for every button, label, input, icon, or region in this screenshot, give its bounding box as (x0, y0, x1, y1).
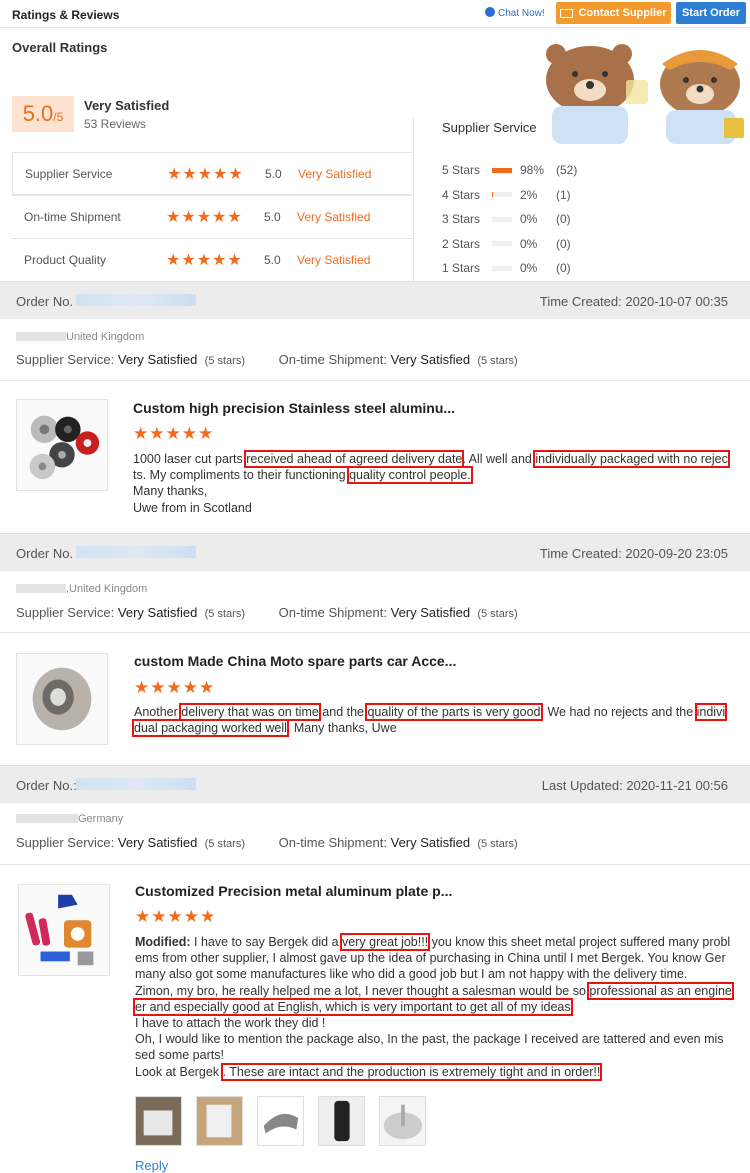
overall-ratings-title: Overall Ratings (12, 40, 108, 55)
review-photo[interactable] (318, 1096, 365, 1146)
order-number-label: Order No.: (16, 778, 77, 793)
order-time: Time Created: 2020-10-07 00:35 (539, 294, 728, 309)
rating-label: Supplier Service (25, 166, 113, 181)
distribution-row: 2 Stars 0% (0) (442, 236, 571, 251)
review-photo[interactable] (196, 1096, 243, 1146)
rating-text: Very Satisfied (298, 166, 372, 181)
rating-value: 5.0 (264, 210, 281, 224)
score-badge: 5.0/5 (12, 96, 74, 132)
order-header: Order No.: Last Updated: 2020-11-21 00:5… (0, 765, 750, 803)
distribution-row: 1 Stars 0% (0) (442, 261, 571, 276)
distribution-bar (492, 192, 512, 198)
supplier-service-title: Supplier Service (442, 120, 537, 135)
product-thumbnail[interactable] (16, 653, 108, 745)
buyer-ratings: Supplier Service: Very Satisfied (5 star… (16, 352, 518, 367)
rating-label: Product Quality (24, 253, 107, 267)
review-photos (135, 1096, 426, 1146)
distribution-row: 4 Stars 2% (1) (442, 187, 571, 202)
redacted-order-number (76, 294, 196, 306)
order-header: Order No. Time Created: 2020-10-07 00:35 (0, 281, 750, 319)
distribution-bar (492, 216, 512, 222)
product-title-link[interactable]: Custom high precision Stainless steel al… (133, 400, 455, 416)
order-number-label: Order No. (16, 294, 74, 309)
section-title: Ratings & Reviews (12, 8, 120, 22)
redacted-order-number (76, 546, 196, 558)
buyer-info: Germany Supplier Service: Very Satisfied… (0, 803, 750, 865)
product-thumbnail[interactable] (18, 884, 110, 976)
buyer-country: Germany (16, 813, 123, 825)
star-rating-icon: ★★★★★ (166, 209, 243, 226)
star-rating-icon: ★★★★★ (135, 907, 217, 926)
buyer-ratings: Supplier Service: Very Satisfied (5 star… (16, 605, 518, 620)
review-text: 1000 laser cut parts received ahead of a… (133, 450, 730, 515)
review-photo[interactable] (379, 1096, 426, 1146)
order-time: Last Updated: 2020-11-21 00:56 (541, 778, 728, 793)
star-rating-icon: ★★★★★ (134, 678, 216, 697)
star-distribution: 5 Stars 98% (52) 4 Stars 2% (1) 3 Stars 0% (0)… (442, 158, 577, 281)
star-rating-icon: ★★★★★ (133, 424, 215, 443)
product-thumbnail[interactable] (16, 399, 108, 491)
product-title-link[interactable]: Customized Precision metal aluminum plat… (135, 883, 452, 899)
chat-icon (485, 7, 495, 17)
rating-row: On-time Shipment ★★★★★ 5.0 Very Satisfie… (12, 195, 412, 238)
buyer-info: ,United Kingdom Supplier Service: Very S… (0, 571, 750, 633)
buyer-country: ,United Kingdom (16, 583, 147, 595)
rating-value: 5.0 (265, 166, 282, 181)
buyer-country: United Kingdom (16, 331, 144, 343)
order-time: Time Created: 2020-09-20 23:05 (539, 546, 728, 561)
contact-supplier-button[interactable]: Contact Supplier (556, 2, 671, 24)
redacted-order-number (76, 778, 196, 790)
start-order-button[interactable]: Start Order (676, 2, 746, 24)
order-number-label: Order No. (16, 546, 74, 561)
distribution-bar (492, 265, 512, 271)
star-rating-icon: ★★★★★ (167, 165, 244, 183)
envelope-icon (560, 8, 574, 18)
reviews-header: Ratings & Reviews Chat Now! Contact Supp… (0, 0, 750, 28)
review-text: Another delivery that was on time and th… (132, 703, 728, 738)
ratings-table: Supplier Service ★★★★★ 5.0 Very Satisfie… (12, 152, 412, 281)
buyer-ratings: Supplier Service: Very Satisfied (5 star… (16, 835, 518, 850)
chat-now-link[interactable]: Chat Now! (485, 7, 545, 19)
review-text: Modified: I have to say Bergek did a ver… (133, 933, 734, 1081)
review-photo[interactable] (257, 1096, 304, 1146)
distribution-row: 5 Stars 98% (52) (442, 163, 578, 178)
review-item: custom Made China Moto spare parts car A… (0, 633, 750, 763)
product-title-link[interactable]: custom Made China Moto spare parts car A… (134, 653, 456, 669)
star-rating-icon: ★★★★★ (166, 252, 243, 269)
bear-mascot-illustration (546, 44, 744, 144)
score-label: Very Satisfied (84, 98, 170, 113)
distribution-bar (492, 241, 512, 247)
review-item: Custom high precision Stainless steel al… (0, 381, 750, 531)
review-count: 53 Reviews (84, 117, 147, 131)
rating-value: 5.0 (264, 253, 281, 267)
review-photo[interactable] (135, 1096, 182, 1146)
rating-row: Product Quality ★★★★★ 5.0 Very Satisfied (12, 238, 412, 281)
distribution-bar (492, 167, 512, 173)
order-header: Order No. Time Created: 2020-09-20 23:05 (0, 533, 750, 571)
buyer-info: United Kingdom Supplier Service: Very Sa… (0, 319, 750, 381)
divider (413, 118, 414, 282)
distribution-row: 3 Stars 0% (0) (442, 212, 571, 227)
rating-row: Supplier Service ★★★★★ 5.0 Very Satisfie… (12, 152, 412, 195)
rating-label: On-time Shipment (24, 210, 121, 224)
rating-text: Very Satisfied (297, 253, 371, 267)
rating-text: Very Satisfied (297, 210, 371, 224)
reply-link[interactable]: Reply (135, 1158, 168, 1173)
